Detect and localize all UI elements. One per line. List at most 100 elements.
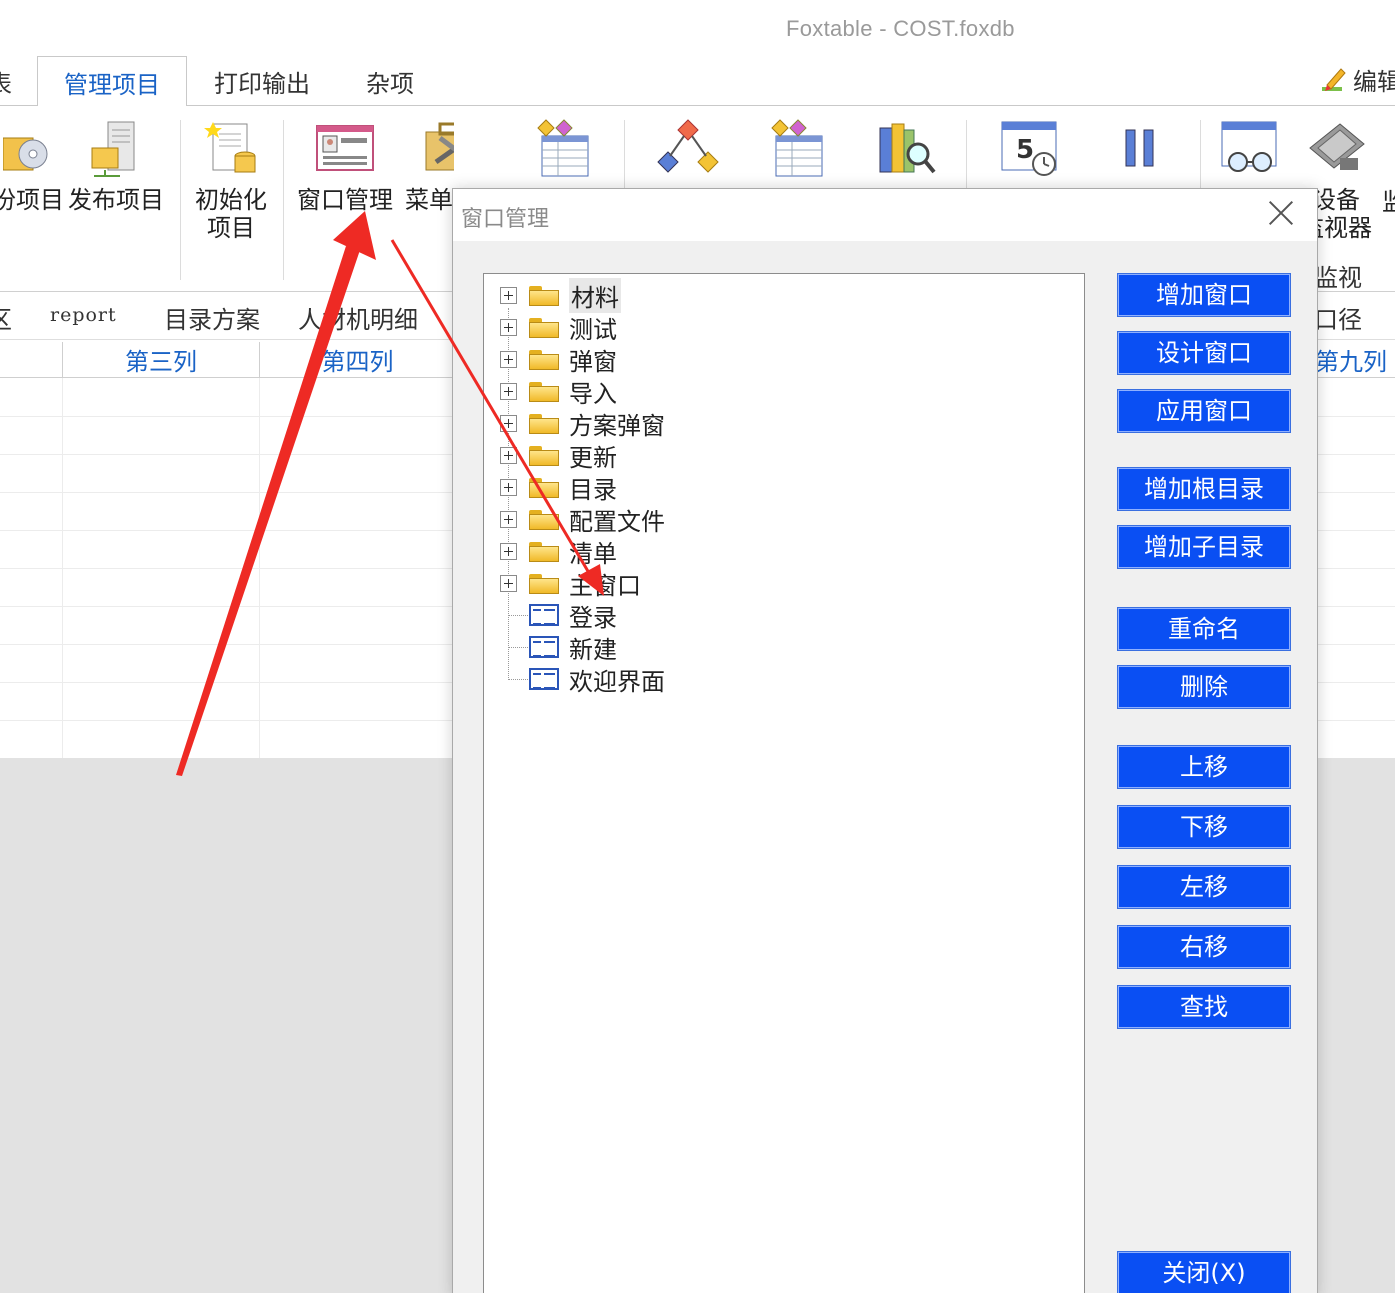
view-button[interactable] — [1218, 118, 1282, 186]
initialize-project-button[interactable]: 初始化 项目 — [192, 118, 270, 242]
network-card-icon — [1304, 118, 1368, 178]
tree-folder[interactable]: 目录 — [500, 472, 617, 504]
table-tab-partial[interactable]: 区 — [0, 300, 12, 335]
relation-diagram-icon — [656, 118, 720, 178]
server-folder-icon — [84, 118, 148, 178]
folder-icon — [529, 508, 559, 530]
apply-window-button[interactable]: 应用窗口 — [1117, 389, 1291, 433]
table-tab-catalog-plan[interactable]: 目录方案 — [164, 300, 260, 335]
disc-icon — [2, 118, 53, 178]
expand-icon[interactable] — [500, 542, 517, 560]
tree-folder[interactable]: 弹窗 — [500, 344, 617, 376]
backup-project-button[interactable]: 份项目 — [0, 118, 64, 214]
tree-folder[interactable]: 方案弹窗 — [500, 408, 665, 440]
close-icon[interactable] — [1267, 199, 1295, 227]
tree-folder[interactable]: 主窗口 — [500, 568, 641, 600]
initialize-label-2: 项目 — [207, 214, 255, 242]
expand-icon[interactable] — [500, 478, 517, 496]
monitor-label-partial: 监 — [1382, 188, 1395, 216]
relation-button[interactable] — [656, 118, 720, 186]
expand-icon[interactable] — [500, 286, 517, 304]
schedule-button[interactable]: 5 — [998, 118, 1062, 186]
window-tree[interactable]: 材料 测试 弹窗 导入 方案弹窗 更新 目录 配置文件 清单 主窗口 登录 新建… — [483, 273, 1085, 1293]
tree-folder[interactable]: 配置文件 — [500, 504, 665, 536]
find-button[interactable]: 查找 — [1117, 985, 1291, 1029]
form-window-icon — [313, 118, 377, 178]
window-management-button[interactable]: 窗口管理 — [296, 118, 394, 214]
folder-icon — [529, 444, 559, 466]
expand-icon[interactable] — [500, 350, 517, 368]
pause-icon — [1108, 118, 1172, 178]
dialog-title-bar: 窗口管理 — [453, 189, 1317, 241]
move-down-button[interactable]: 下移 — [1117, 805, 1291, 849]
window-form-icon — [529, 636, 559, 658]
tab-partial-left[interactable]: 表 — [0, 64, 12, 99]
expand-icon[interactable] — [500, 510, 517, 528]
window-management-label: 窗口管理 — [297, 186, 393, 214]
tree-folder-label: 更新 — [569, 443, 617, 472]
tab-misc[interactable]: 杂项 — [366, 64, 414, 99]
tab-print-output[interactable]: 打印输出 — [214, 64, 310, 99]
expand-icon[interactable] — [500, 414, 517, 432]
pause-button[interactable] — [1108, 118, 1172, 186]
books-magnifier-icon — [874, 118, 938, 178]
folder-icon — [529, 476, 559, 498]
table-tab-labor-detail[interactable]: 人材机明细 — [298, 300, 418, 335]
window-glasses-icon — [1218, 118, 1282, 178]
tree-window[interactable]: 登录 — [500, 600, 617, 632]
table-design-button[interactable] — [528, 118, 592, 186]
tree-folder[interactable]: 导入 — [500, 376, 617, 408]
window-form-icon — [529, 668, 559, 690]
add-window-button[interactable]: 增加窗口 — [1117, 273, 1291, 317]
tree-folder-label: 主窗口 — [569, 571, 641, 600]
tree-folder[interactable]: 材料 — [500, 277, 621, 313]
column-header-4[interactable]: 第四列 — [259, 342, 455, 378]
move-left-button[interactable]: 左移 — [1117, 865, 1291, 909]
ribbon-separator — [180, 120, 181, 280]
move-up-button[interactable]: 上移 — [1117, 745, 1291, 789]
table-tab-caliber[interactable]: 口径 — [1314, 300, 1362, 335]
expand-icon[interactable] — [500, 318, 517, 336]
svg-text:5: 5 — [1016, 135, 1034, 165]
tree-folder[interactable]: 清单 — [500, 536, 617, 568]
tree-folder[interactable]: 更新 — [500, 440, 617, 472]
window-management-dialog: 窗口管理 材料 测试 弹窗 导入 方案弹窗 更新 目录 配置文件 清单 主窗口 … — [452, 188, 1318, 1293]
expand-icon[interactable] — [500, 446, 517, 464]
help-search-button[interactable] — [874, 118, 938, 186]
edit-link[interactable]: 编辑 — [1319, 62, 1395, 97]
publish-project-button[interactable]: 发布项目 — [68, 118, 164, 214]
new-database-icon — [199, 118, 263, 178]
folder-icon — [529, 540, 559, 562]
folder-icon — [529, 572, 559, 594]
tab-manage-project[interactable]: 管理项目 — [37, 56, 187, 107]
tree-folder[interactable]: 测试 — [500, 312, 617, 344]
monitor-button-partial[interactable]: 监 — [1382, 188, 1395, 216]
design-window-button[interactable]: 设计窗口 — [1117, 331, 1291, 375]
window-form-icon — [529, 604, 559, 626]
rename-button[interactable]: 重命名 — [1117, 607, 1291, 651]
add-root-folder-button[interactable]: 增加根目录 — [1117, 467, 1291, 511]
table-tab-report[interactable]: report — [50, 304, 117, 326]
tree-folder-label: 方案弹窗 — [569, 411, 665, 440]
tree-window[interactable]: 欢迎界面 — [500, 664, 665, 696]
tree-window-label: 新建 — [569, 635, 617, 664]
tree-window[interactable]: 新建 — [500, 632, 617, 664]
menu-label: 菜单 — [405, 186, 453, 214]
table-properties-button[interactable] — [762, 118, 826, 186]
tree-folder-label: 清单 — [569, 539, 617, 568]
grid-cubes-icon — [528, 118, 592, 178]
expand-icon[interactable] — [500, 382, 517, 400]
backup-project-label: 份项目 — [0, 186, 64, 214]
close-button[interactable]: 关闭(X) — [1117, 1251, 1291, 1293]
move-right-button[interactable]: 右移 — [1117, 925, 1291, 969]
expand-icon[interactable] — [500, 574, 517, 592]
group-label-monitor: 监视 — [1314, 264, 1362, 292]
delete-button[interactable]: 删除 — [1117, 665, 1291, 709]
tree-window-label: 欢迎界面 — [569, 667, 665, 696]
add-subfolder-button[interactable]: 增加子目录 — [1117, 525, 1291, 569]
column-header-3[interactable]: 第三列 — [62, 342, 259, 378]
folder-icon — [529, 348, 559, 370]
tree-folder-label: 测试 — [569, 315, 617, 344]
menu-button[interactable]: 菜单 — [404, 118, 454, 214]
publish-project-label: 发布项目 — [68, 186, 164, 214]
